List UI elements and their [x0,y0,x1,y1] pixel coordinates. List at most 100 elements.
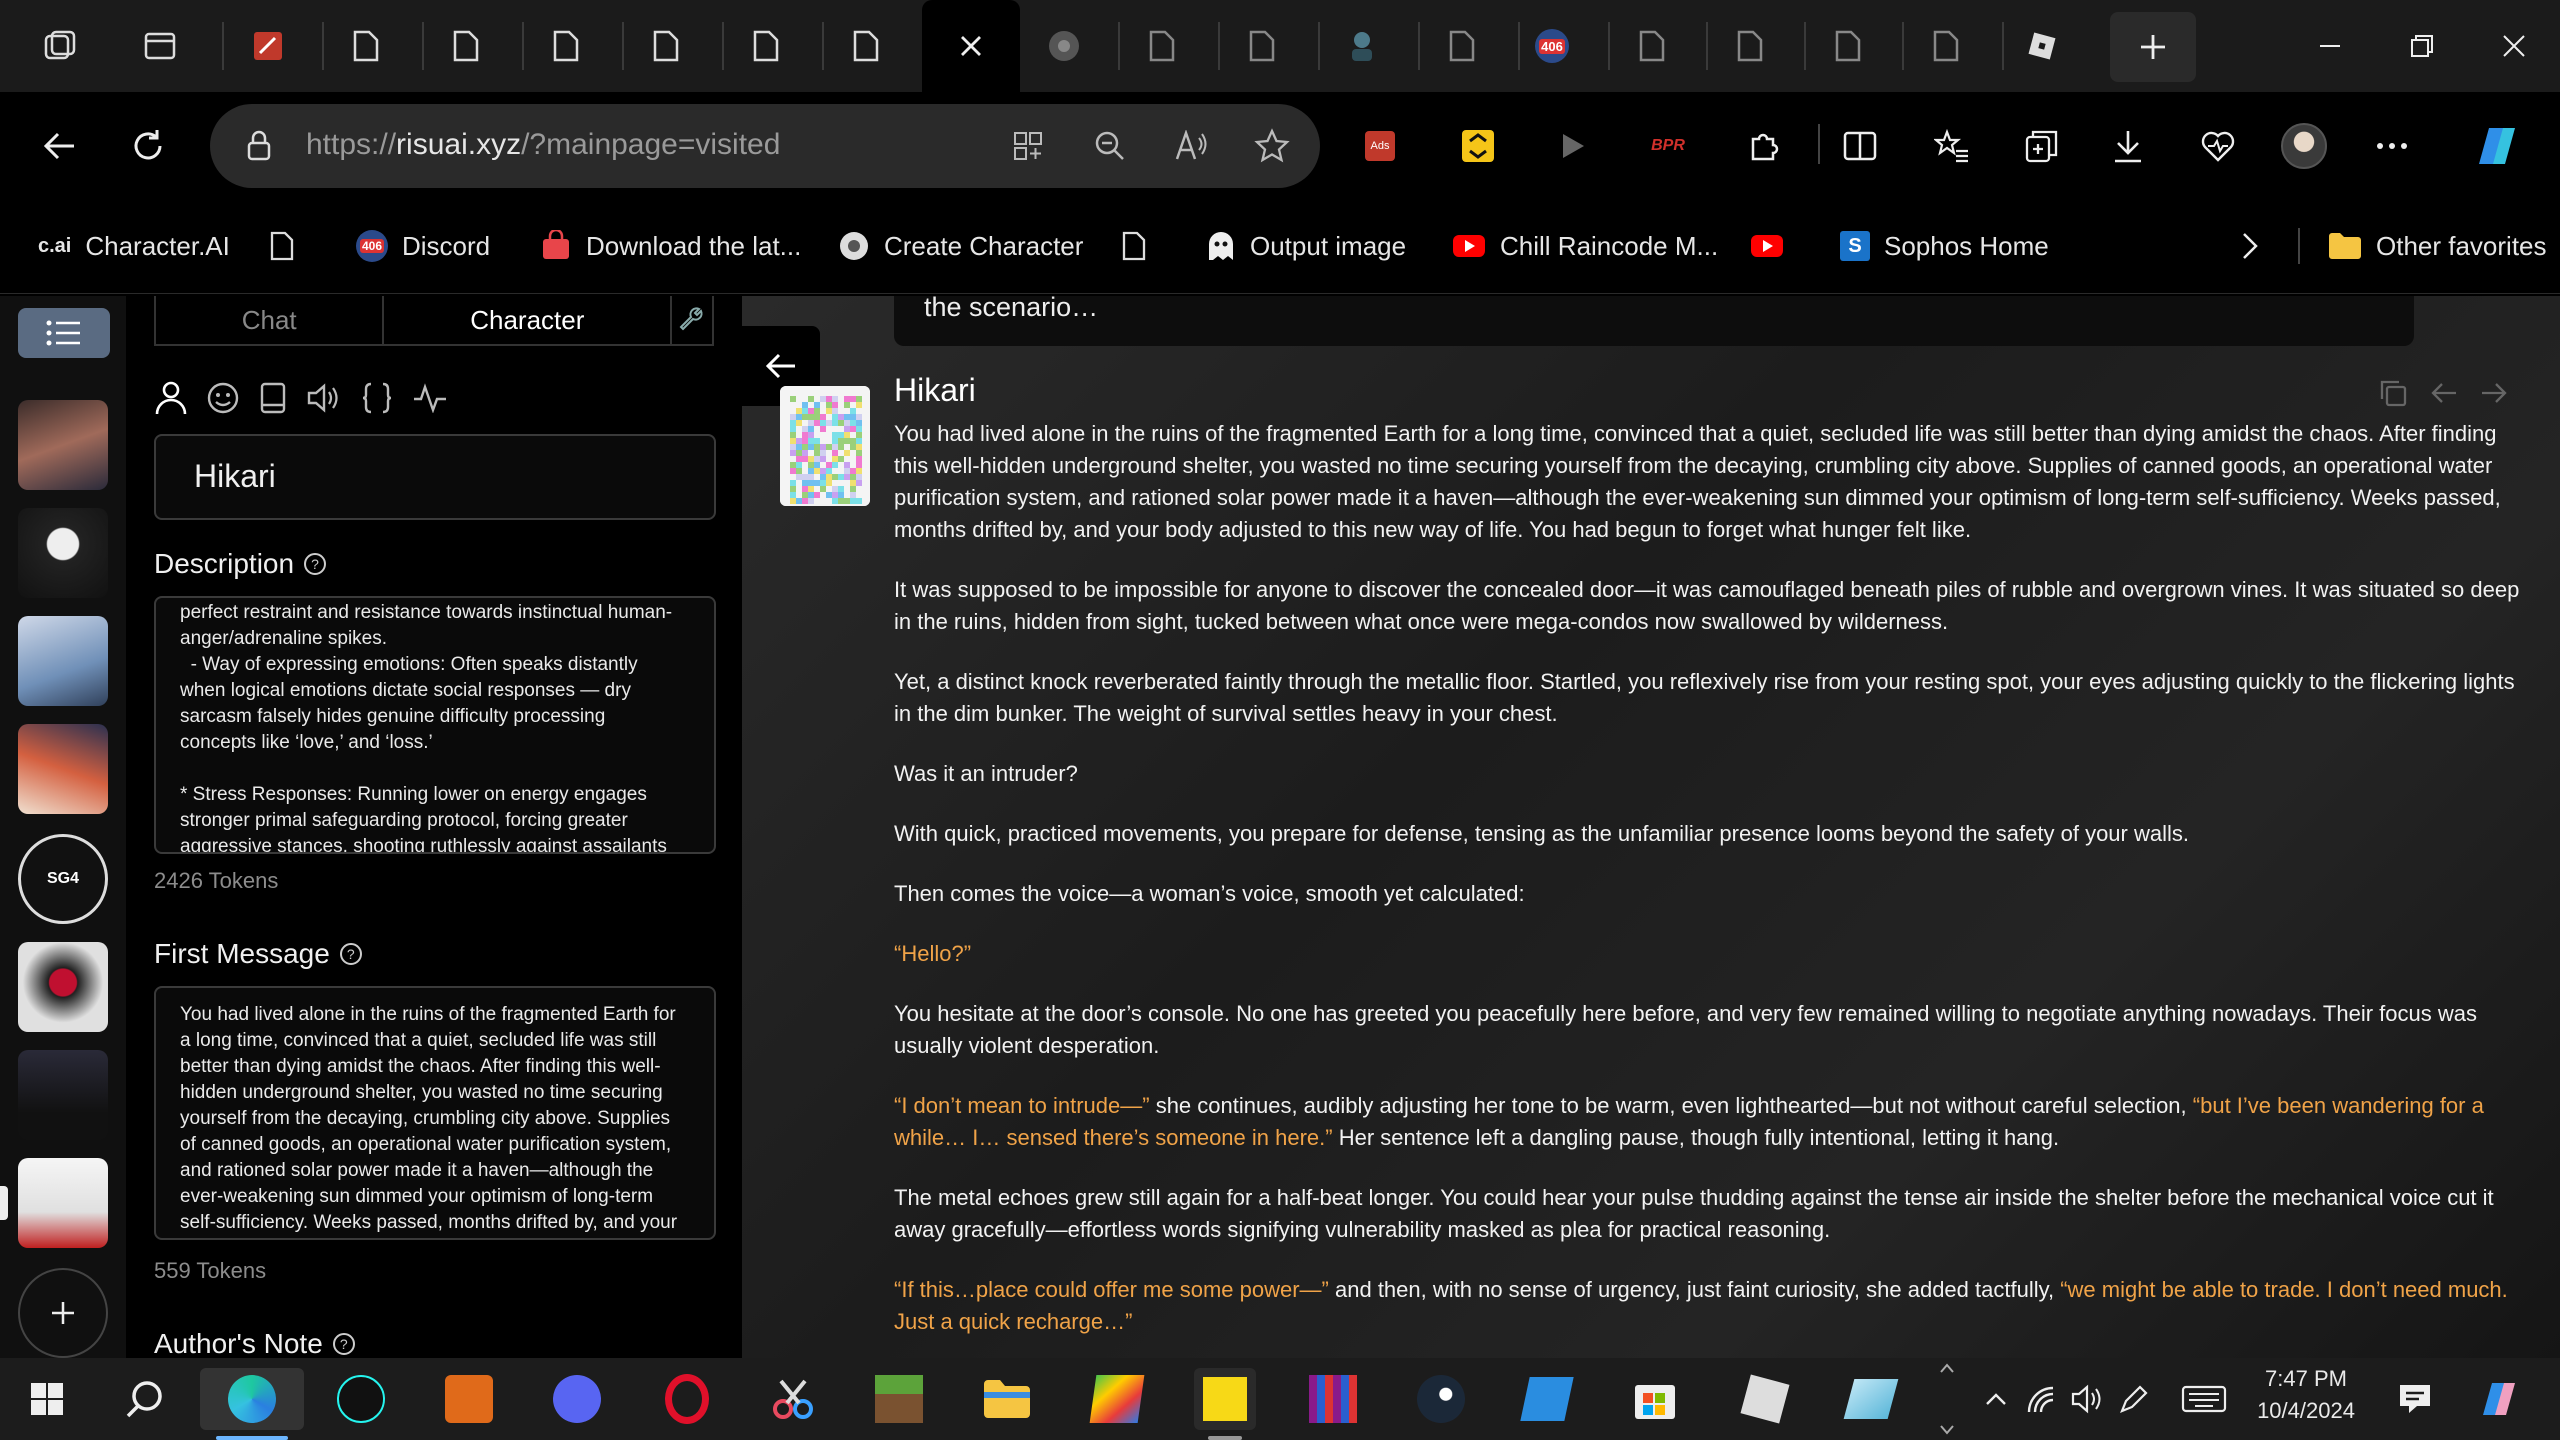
keyboard-button[interactable] [2174,1368,2234,1430]
address-bar[interactable]: https://risuai.xyz/?mainpage=visited [210,104,1320,188]
smiley-icon[interactable] [206,381,240,415]
taskbar-sticky-notes[interactable] [1194,1368,1256,1430]
taskbar-edge[interactable] [200,1368,304,1430]
downloads-button[interactable] [2082,100,2174,192]
ext-yellow-button[interactable] [1432,100,1524,192]
taskbar-store[interactable] [1624,1368,1686,1430]
tab-page-11[interactable] [1710,0,1790,92]
character-avatar-2[interactable] [18,508,108,598]
help-icon[interactable]: ? [339,943,362,965]
fav-page-2[interactable] [1122,222,1146,270]
taskbar-blue-app[interactable] [1516,1368,1578,1430]
character-avatar-7[interactable] [18,1158,108,1248]
url-text[interactable]: https://risuai.xyz/?mainpage=visited [306,128,780,162]
extensions-button[interactable] [1718,100,1810,192]
tab-page-9[interactable] [1422,0,1502,92]
tab-page-4[interactable] [626,0,706,92]
character-avatar-4[interactable] [18,724,108,814]
tab-page-6[interactable] [826,0,906,92]
pen-button[interactable] [2112,1368,2156,1430]
copy-icon[interactable] [2378,378,2408,408]
tab-character[interactable]: Character [384,296,673,344]
close-window-button[interactable] [2468,0,2560,92]
settings-more-button[interactable] [2346,100,2438,192]
code-braces-icon[interactable] [360,381,394,415]
split-screen-button[interactable] [1814,100,1906,192]
taskbar-bluestacks[interactable] [1086,1368,1148,1430]
person-icon[interactable] [154,380,188,416]
back-button[interactable] [14,100,106,192]
tab-page-3[interactable] [526,0,606,92]
fav-discord[interactable]: 406 Discord [356,222,490,270]
taskbar-minecraft[interactable] [868,1368,930,1430]
zoom-out-icon[interactable] [1094,130,1126,162]
tab-page-10[interactable] [1612,0,1692,92]
restore-button[interactable] [2376,0,2468,92]
tab-notepad[interactable] [228,0,308,92]
fav-output-image[interactable]: Output image [1206,222,1406,270]
tab-gear-site[interactable] [1024,0,1104,92]
help-icon[interactable]: ? [332,1333,355,1355]
volume-button[interactable] [2066,1368,2110,1430]
tab-page-2[interactable] [426,0,506,92]
apps-grid-icon[interactable] [1012,130,1044,162]
speaker-icon[interactable] [306,382,342,414]
new-tab-button[interactable] [2110,12,2196,82]
fav-create-character[interactable]: Create Character [838,222,1083,270]
taskbar-steam[interactable] [1410,1368,1472,1430]
taskbar-winrar[interactable] [1302,1368,1364,1430]
character-avatar-6[interactable] [18,1050,108,1140]
minimize-button[interactable] [2284,0,2376,92]
character-avatar-3[interactable] [18,616,108,706]
fav-youtube[interactable] [1750,222,1784,270]
tab-page-5[interactable] [726,0,806,92]
menu-button[interactable] [18,308,110,358]
refresh-button[interactable] [102,100,194,192]
favorites-overflow-chevron[interactable] [2240,222,2260,270]
ext-play-button[interactable] [1526,100,1618,192]
tab-actions-button[interactable] [120,0,200,92]
ext-ads-button[interactable]: Ads [1334,100,1426,192]
search-button[interactable] [114,1368,176,1430]
taskbar-roblox[interactable] [1734,1368,1796,1430]
taskbar-orange-app[interactable] [438,1368,500,1430]
first-message-textarea[interactable]: You had lived alone in the ruins of the … [154,986,716,1240]
fav-characterai[interactable]: c.ai Character.AI [38,222,230,270]
taskbar-light-blue-app[interactable] [1840,1368,1902,1430]
copilot-taskbar-button[interactable] [2466,1368,2528,1430]
copilot-button[interactable] [2448,100,2540,192]
character-name-input[interactable]: Hikari [154,434,716,520]
fav-chill-raincode[interactable]: Chill Raincode M... [1452,222,1718,270]
favorites-button[interactable] [1906,100,1998,192]
description-textarea[interactable]: perfect restraint and resistance towards… [154,596,716,854]
lock-icon[interactable] [246,130,272,162]
taskbar-scroll[interactable] [1936,1362,1958,1436]
tab-roblox[interactable] [2002,0,2082,92]
taskbar-opera[interactable] [656,1368,718,1430]
message-avatar[interactable] [780,386,870,506]
taskbar-snipping[interactable] [762,1368,824,1430]
arrow-left-icon[interactable] [2430,378,2458,408]
tab-page-13[interactable] [1906,0,1986,92]
start-button[interactable] [16,1368,78,1430]
read-aloud-icon[interactable] [1174,130,1208,162]
tab-page-1[interactable] [326,0,406,92]
favorite-star-icon[interactable] [1254,128,1290,164]
close-tab-icon[interactable] [958,33,984,59]
workspaces-button[interactable] [20,0,100,92]
add-character-button[interactable] [18,1268,108,1358]
ext-bpr-button[interactable]: BPR [1622,100,1714,192]
tab-avatar-site[interactable] [1322,0,1402,92]
character-avatar-1[interactable] [18,400,108,490]
profile-button[interactable] [2258,100,2350,192]
fav-sophos-home[interactable]: S Sophos Home [1840,222,2049,270]
book-icon[interactable] [258,381,288,415]
fav-download[interactable]: Download the lat... [540,222,801,270]
network-button[interactable] [2020,1368,2064,1430]
character-avatar-sg4[interactable]: SG4 [18,834,108,924]
tab-chat[interactable]: Chat [156,296,385,344]
tab-tools[interactable] [672,296,712,344]
taskbar-discord[interactable] [546,1368,608,1430]
tab-page-12[interactable] [1808,0,1888,92]
help-icon[interactable]: ? [304,553,327,575]
